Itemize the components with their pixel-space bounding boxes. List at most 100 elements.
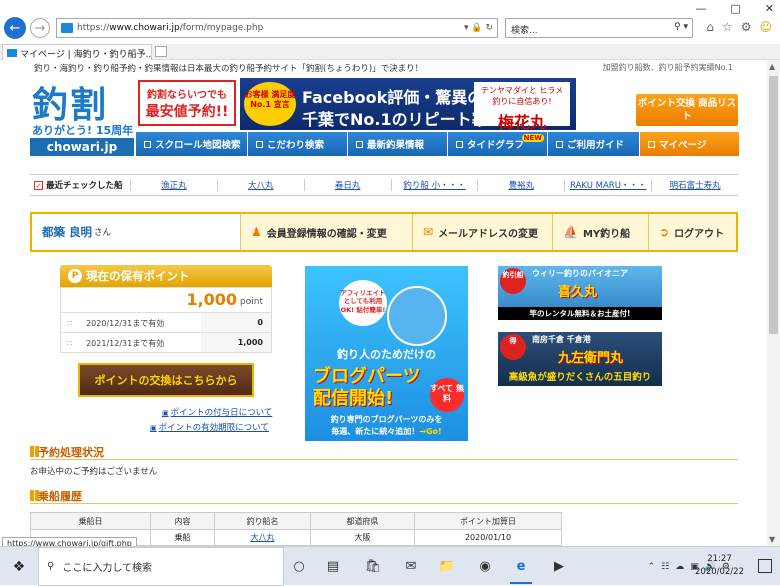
boat-icon: ⛵ <box>563 225 578 239</box>
nav-bullet-icon <box>648 140 655 148</box>
points-row: 2021/12/31まで有効1,000 <box>60 333 272 353</box>
recent-boat-link[interactable]: 豊裕丸 <box>477 179 564 191</box>
nav-bullet-icon <box>356 140 363 148</box>
settings-gear-icon[interactable]: ⚙ <box>741 20 752 34</box>
recent-boat-link[interactable]: 大八丸 <box>216 179 304 191</box>
nav-latest-catch[interactable]: 最新釣果情報 <box>348 132 448 156</box>
user-bar: 都築 良明 さん ♟ 会員登録情報の確認・変更 ✉ メールアドレスの変更 ⛵ MY釣り船… <box>30 212 738 252</box>
feedback-smiley-icon[interactable]: ☺ <box>759 20 772 34</box>
kuzaemonmaru-banner[interactable]: 得 南房千倉 千倉港 九左衛門丸 高級魚が盛りだくさんの五目釣り <box>498 332 662 386</box>
nav-scroll-map-search[interactable]: スクロール地図検索 <box>136 132 248 156</box>
umehanamaru-box: テンヤマダイと ヒラメ釣りに自信あり! 梅花丸 <box>474 82 570 130</box>
recent-boat-link[interactable]: 明石富士寿丸 <box>651 179 738 191</box>
point-grant-date-link[interactable]: ポイントの付与日について <box>162 406 273 418</box>
scrollbar-thumb[interactable] <box>769 76 778 334</box>
promo-left-top: 釣割ならいつでも <box>147 90 227 101</box>
maximize-button[interactable]: □ <box>730 2 740 15</box>
boat-link[interactable]: 大八丸 <box>251 533 275 542</box>
banner-top-text: ウィリー釣りのパイオニア <box>532 269 628 278</box>
satisfaction-badge: お客様 満足度No.1 宣言 <box>244 82 296 126</box>
task-view-icon[interactable]: ▤ <box>322 555 344 577</box>
browser-tab[interactable]: マイページ | 海釣り・釣り船予... ✕ <box>2 44 152 60</box>
facebook-rating-banner[interactable]: お客様 満足度No.1 宣言 Facebook評価・驚異の4.9! 千葉でNo.… <box>240 78 576 130</box>
logout-button[interactable]: ➲ ログアウト <box>648 214 736 250</box>
change-email-button[interactable]: ✉ メールアドレスの変更 <box>412 214 552 250</box>
media-icon[interactable]: ▶ <box>548 555 570 577</box>
vertical-scrollbar[interactable]: ▲ ▼ <box>767 60 780 546</box>
windows-taskbar: ❖ ⚲ ここに入力して検索 ○ ▤ 🛍 ✉ 📁 ◉ e ▶ ⌃ ☷ ☁ ▣ 🔊 ⚙… <box>0 546 780 586</box>
tab-bar: マイページ | 海釣り・釣り船予... ✕ <box>0 44 780 60</box>
blog-parts-banner[interactable]: アフィリエイト としても利用OK! 貼付簡単! 釣り人のためだけの ブログパーツ… <box>305 266 468 441</box>
mail-icon[interactable]: ✉ <box>400 555 422 577</box>
toolbar-icons: ⌂ ☆ ⚙ ☺ <box>706 20 772 34</box>
search-icon[interactable]: ⚲ ▾ <box>674 22 688 32</box>
window-controls: — □ ✕ <box>695 2 774 15</box>
recent-boat-link[interactable]: 釣り船 小・・・ <box>390 179 478 191</box>
recent-boat-link[interactable]: 漁正丸 <box>130 179 217 191</box>
internet-explorer-icon[interactable]: e <box>510 555 532 584</box>
banner-boat-name: 喜久丸 <box>558 285 598 300</box>
system-clock[interactable]: 21:27 2020/02/22 <box>695 553 744 579</box>
browser-chrome: — □ ✕ ← → https://www.chowari.jp/form/my… <box>0 0 780 44</box>
tray-chevron-icon[interactable]: ⌃ <box>648 562 656 572</box>
scroll-up-arrow-icon[interactable]: ▲ <box>769 62 775 71</box>
notification-icon[interactable] <box>758 559 772 573</box>
promo-line2: 千葉でNo.1のリピート率 <box>302 110 488 129</box>
scroll-down-arrow-icon[interactable]: ▼ <box>769 535 775 544</box>
nav-bullet-icon <box>144 140 151 148</box>
folder-icon[interactable]: 📁 <box>436 555 458 577</box>
clock-time: 21:27 <box>707 554 732 564</box>
minimize-button[interactable]: — <box>695 2 706 15</box>
nav-usage-guide[interactable]: ご利用ガイド <box>548 132 640 156</box>
close-window-button[interactable]: ✕ <box>765 2 774 15</box>
recently-viewed-boats: ✓ 最近チェックした船 漁正丸 大八丸 春日丸 釣り船 小・・・ 豊裕丸 RAKU… <box>30 174 738 196</box>
promo-left-main: 最安値予約!! <box>145 104 229 120</box>
search-icon: ⚲ <box>47 561 55 572</box>
mascot-fish-icon <box>387 286 447 346</box>
point-expiry-link[interactable]: ポイントの有効期限について <box>150 421 269 433</box>
chrome-icon[interactable]: ◉ <box>474 555 496 577</box>
address-bar[interactable]: https://www.chowari.jp/form/mypage.php ▾… <box>56 18 498 38</box>
nav-bullet-icon <box>556 140 563 148</box>
new-badge: NEW <box>521 134 544 142</box>
points-total: 1,000 point <box>60 287 272 313</box>
cloud-icon[interactable]: ☁ <box>675 562 684 572</box>
reservation-status-heading: 予約処理状況 <box>30 444 104 460</box>
points-header: P 現在の保有ポイント <box>60 265 272 287</box>
banner-line3: 配信開始! <box>313 388 394 409</box>
free-badge: すべて 無料 <box>430 378 464 412</box>
browser-search-box[interactable]: 検索... ⚲ ▾ <box>505 18 693 38</box>
boarding-history-heading: 乗船履歴 <box>30 488 82 504</box>
nav-detailed-search[interactable]: こだわり検索 <box>248 132 348 156</box>
global-nav: スクロール地図検索 こだわり検索 最新釣果情報 タイドグラフ NEW ご利用ガイド… <box>136 132 740 156</box>
recent-boat-link[interactable]: 春日丸 <box>303 179 391 191</box>
logo-domain: chowari.jp <box>30 138 134 156</box>
address-controls[interactable]: ▾ 🔒 ↻ <box>464 23 493 33</box>
boat-name-cell: 大八丸 <box>214 529 311 546</box>
network-icon[interactable]: ☷ <box>661 562 669 572</box>
nav-tide-graph[interactable]: タイドグラフ NEW <box>448 132 548 156</box>
taskbar-search[interactable]: ⚲ ここに入力して検索 <box>38 547 284 586</box>
nav-mypage[interactable]: マイページ <box>640 132 740 156</box>
lowest-price-promo[interactable]: 釣割ならいつでも 最安値予約!! <box>138 80 236 126</box>
forward-button[interactable]: → <box>30 18 50 38</box>
site-logo[interactable]: 釣割 ありがとう! 15周年 chowari.jp <box>30 76 134 156</box>
my-boats-button[interactable]: ⛵ MY釣り船 <box>552 214 648 250</box>
favorites-star-icon[interactable]: ☆ <box>722 20 733 34</box>
recent-boat-link[interactable]: RAKU MARU・・・ <box>564 179 651 191</box>
home-icon[interactable]: ⌂ <box>706 20 714 34</box>
point-exchange-list-button[interactable]: ポイント交換 商品リスト <box>636 94 738 126</box>
store-icon[interactable]: 🛍 <box>362 555 384 577</box>
kikumaru-banner[interactable]: 釣引船 ウィリー釣りのパイオニア 喜久丸 竿のレンタル無料＆お土産付! <box>498 266 662 320</box>
points-row: 2020/12/31まで有効0 <box>60 313 272 333</box>
status-bar-url: https://www.chowari.jp/gift.php <box>2 537 137 546</box>
member-info-button[interactable]: ♟ 会員登録情報の確認・変更 <box>240 214 412 250</box>
content-cell: 乗船 <box>150 529 215 546</box>
banner-bottom-text: 高級魚が盛りだくさんの五目釣り <box>508 372 652 383</box>
start-button[interactable]: ❖ <box>0 547 38 586</box>
back-button[interactable]: ← <box>4 17 26 39</box>
new-tab-button[interactable] <box>155 46 167 57</box>
point-exchange-banner[interactable]: ポイントの交換はこちらから <box>78 363 254 397</box>
cortana-icon[interactable]: ○ <box>288 555 310 577</box>
table-header-row: 乗船日 内容 釣り船名 都道府県 ポイント加算日 <box>30 512 562 530</box>
